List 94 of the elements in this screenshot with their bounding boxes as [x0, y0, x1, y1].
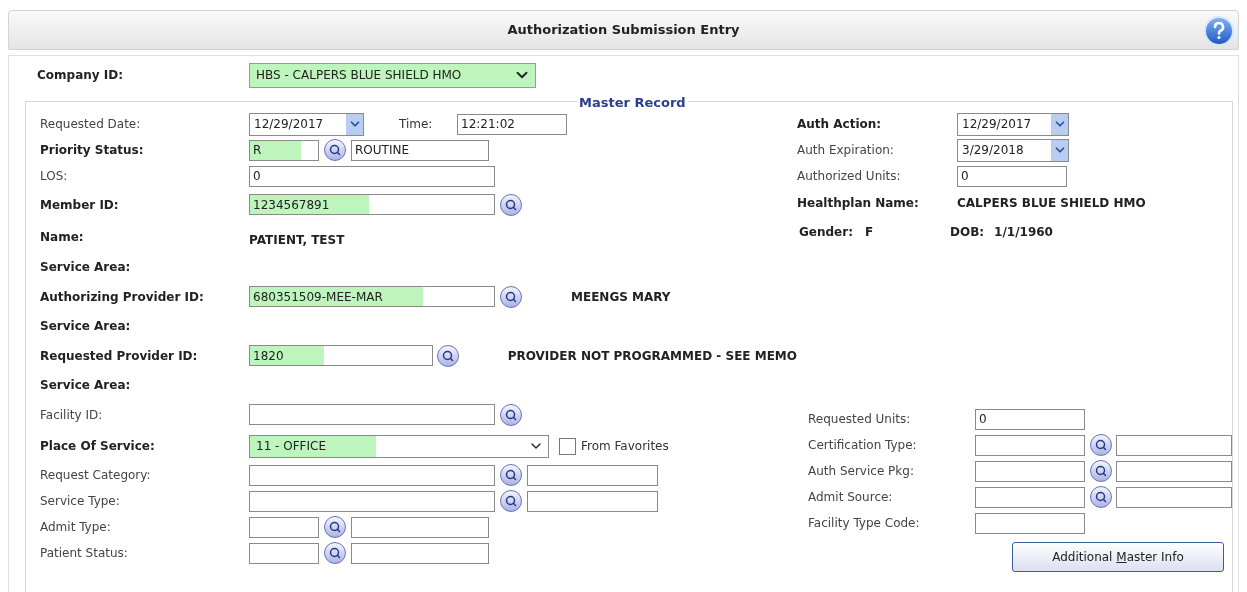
checkbox-label: From Favorites — [581, 438, 669, 455]
field-label: Authorizing Provider ID: — [40, 288, 205, 306]
search-icon — [1095, 439, 1107, 451]
input-field[interactable] — [249, 464, 495, 486]
search-icon — [505, 408, 517, 421]
field-value: CALPERS BLUE SHIELD HMO — [957, 195, 1146, 212]
input-field[interactable] — [249, 542, 319, 564]
input-field[interactable] — [249, 516, 319, 538]
search-button[interactable] — [500, 403, 522, 426]
checkbox[interactable] — [559, 437, 576, 455]
field-label: DOB: — [950, 224, 985, 241]
input-field[interactable] — [1116, 486, 1232, 508]
input-field[interactable]: 0 — [249, 165, 495, 187]
field-label: Healthplan Name: — [797, 195, 920, 212]
search-button[interactable] — [1090, 434, 1112, 456]
search-button[interactable] — [500, 464, 522, 486]
field-label: Requested Units: — [808, 411, 912, 428]
input-field[interactable]: 680351509-MEE-MAR — [249, 286, 495, 307]
date-picker[interactable]: 12/29/2017 — [957, 112, 1069, 136]
additional-info-button[interactable]: Additional Master Info — [1012, 542, 1224, 572]
search-icon — [1095, 465, 1107, 477]
dropdown[interactable]: 11 - OFFICE — [249, 434, 549, 458]
field-label: Service Area: — [40, 377, 132, 394]
search-icon — [1095, 491, 1107, 503]
field-label: Admit Type: — [40, 519, 112, 536]
input-field[interactable] — [527, 464, 658, 486]
search-icon — [505, 495, 517, 507]
field-label: Facility Type Code: — [808, 515, 921, 532]
input-field[interactable] — [351, 542, 489, 564]
search-button[interactable] — [436, 344, 459, 367]
input-field[interactable] — [527, 490, 658, 512]
input-field[interactable] — [249, 404, 495, 425]
field-label: Time: — [399, 116, 434, 133]
field-label: Service Area: — [40, 259, 132, 276]
field-label: Service Area: — [40, 318, 132, 335]
date-picker[interactable]: 12/29/2017 — [249, 112, 364, 136]
field-label: Request Category: — [40, 467, 152, 484]
input-field[interactable] — [351, 516, 489, 538]
search-icon — [441, 349, 454, 362]
field-label: Auth Action: — [797, 116, 883, 133]
field-label: Place Of Service: — [40, 438, 156, 455]
input-field[interactable]: 0 — [957, 165, 1067, 187]
field-label: Company ID: — [36, 67, 124, 84]
field-label: Facility ID: — [40, 406, 104, 424]
field-value: F — [865, 224, 875, 241]
search-icon — [505, 469, 517, 481]
search-button[interactable] — [500, 193, 522, 216]
input-field[interactable]: 1820 — [249, 345, 433, 366]
field-label: Service Type: — [40, 493, 121, 510]
field-label: Member ID: — [40, 196, 120, 214]
field-label: Auth Expiration: — [797, 142, 895, 159]
search-icon — [329, 144, 341, 156]
field-label: Priority Status: — [40, 142, 145, 159]
search-button[interactable] — [324, 516, 346, 538]
field-label: Authorized Units: — [797, 168, 902, 185]
field-label: Patient Status: — [40, 545, 129, 562]
input-field[interactable]: 12:21:02 — [457, 113, 567, 135]
field-label: Auth Service Pkg: — [808, 463, 915, 480]
input-field[interactable]: ROUTINE — [351, 139, 489, 161]
field-label: Requested Provider ID: — [40, 347, 199, 365]
search-button[interactable] — [500, 490, 522, 512]
help-icon[interactable] — [1204, 16, 1234, 46]
field-label: Requested Date: — [40, 116, 142, 133]
dropdown[interactable]: HBS - CALPERS BLUE SHIELD HMO — [249, 62, 536, 88]
provider-name: MEENGS MARY — [571, 288, 671, 306]
search-icon — [505, 198, 517, 211]
input-field[interactable] — [975, 434, 1085, 456]
field-value: PATIENT, TEST — [249, 231, 345, 249]
input-field[interactable] — [975, 512, 1085, 534]
field-value: 1/1/1960 — [994, 224, 1053, 241]
search-button[interactable] — [324, 542, 346, 564]
window-title: Authorization Submission Entry — [507, 21, 740, 40]
input-field[interactable] — [249, 490, 495, 512]
field-label: LOS: — [40, 168, 69, 185]
input-field[interactable] — [975, 486, 1085, 508]
input-field[interactable]: 0 — [975, 408, 1085, 430]
input-field[interactable] — [1116, 460, 1232, 482]
search-button[interactable] — [500, 285, 522, 308]
field-label: Certification Type: — [808, 437, 918, 454]
field-label: Admit Source: — [808, 489, 894, 506]
input-field[interactable] — [975, 460, 1085, 482]
input-field[interactable]: 1234567891 — [249, 194, 495, 215]
input-field[interactable] — [1116, 434, 1232, 456]
search-icon — [329, 547, 341, 559]
input-field[interactable]: R — [249, 139, 319, 161]
date-picker[interactable]: 3/29/2018 — [957, 138, 1069, 162]
search-icon — [505, 290, 517, 303]
field-label: Gender: — [798, 224, 853, 241]
search-icon — [329, 521, 341, 533]
search-button[interactable] — [324, 139, 346, 161]
search-button[interactable] — [1090, 486, 1112, 508]
search-button[interactable] — [1090, 460, 1112, 482]
field-label: Name: — [40, 228, 85, 246]
provider-name: PROVIDER NOT PROGRAMMED - SEE MEMO — [507, 347, 797, 365]
